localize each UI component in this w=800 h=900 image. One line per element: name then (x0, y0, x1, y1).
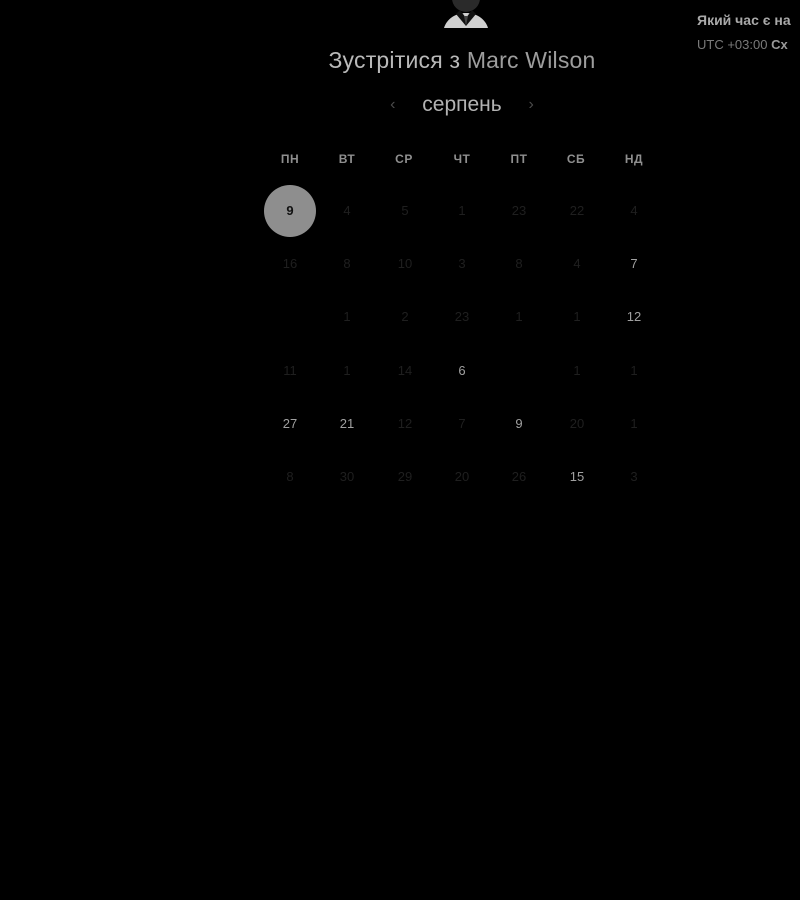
timezone-question: Який час є на (697, 12, 791, 28)
timezone-panel: Який час є на UTC +03:00 Сх (697, 12, 791, 52)
calendar-day: 8 (286, 469, 294, 484)
calendar-day[interactable]: 6 (436, 345, 488, 397)
weekday-tue: ВТ (338, 152, 356, 166)
calendar-day: 4 (343, 203, 351, 218)
calendar-day: 20 (569, 416, 585, 431)
calendar-day (493, 345, 545, 397)
calendar-day: 1 (343, 309, 351, 324)
calendar-day: 23 (511, 203, 527, 218)
calendar-day: 1 (515, 309, 523, 324)
weekday-thu: ЧТ (453, 152, 471, 166)
calendar-day: 23 (454, 309, 470, 324)
calendar-day: 5 (401, 203, 409, 218)
month-navigation: ‹ серпень › (0, 93, 800, 117)
calendar-day: 2 (401, 309, 409, 324)
month-label: серпень (422, 93, 502, 116)
page-title: Зустрітися з Marc Wilson (0, 47, 800, 74)
timezone-region: Сх (771, 37, 788, 52)
timezone-offset: UTC +03:00 (697, 37, 768, 52)
timezone-selector[interactable]: UTC +03:00 Сх (697, 37, 791, 52)
calendar-day: 12 (397, 416, 413, 431)
calendar-day[interactable]: 21 (321, 398, 373, 450)
calendar-day: 1 (458, 203, 466, 218)
calendar-day[interactable]: 27 (264, 398, 316, 450)
calendar-day: 1 (630, 363, 638, 378)
chevron-right-icon[interactable]: › (520, 94, 542, 116)
calendar-day: 22 (569, 203, 585, 218)
calendar-day: 29 (397, 469, 413, 484)
calendar-day: 11 (283, 363, 297, 378)
chevron-left-icon[interactable]: ‹ (382, 94, 404, 116)
calendar-day-selected[interactable]: 9 (264, 185, 316, 237)
weekday-wed: СР (395, 152, 413, 166)
weekday-sat: СБ (566, 152, 586, 166)
calendar-day: 30 (339, 469, 355, 484)
person-avatar-icon (440, 0, 492, 28)
calendar-day: 10 (397, 256, 413, 271)
calendar-day[interactable]: 9 (493, 398, 545, 450)
weekday-sun: НД (624, 152, 644, 166)
calendar-day[interactable]: 15 (551, 451, 603, 503)
title-prefix: Зустрітися з (328, 47, 461, 73)
calendar-day: 1 (573, 309, 581, 324)
calendar-day[interactable]: 12 (608, 291, 660, 343)
calendar-grid: 9 4 5 1 23 22 4 16 8 10 3 8 4 7 1 2 23 1 1 12 11 1 14 6 1 1 27 21 12… (262, 185, 662, 505)
calendar-day: 26 (511, 469, 527, 484)
weekday-mon: ПН (280, 152, 300, 166)
calendar-day: 8 (515, 256, 523, 271)
calendar-day: 14 (397, 363, 413, 378)
calendar-day: 3 (458, 256, 466, 271)
calendar-day: 4 (573, 256, 581, 271)
calendar-day[interactable]: 7 (608, 238, 660, 290)
calendar-day: 8 (343, 256, 351, 271)
calendar-day: 7 (458, 416, 466, 431)
calendar-day (264, 291, 316, 343)
calendar-day: 1 (630, 416, 638, 431)
calendar-day: 1 (573, 363, 581, 378)
host-name: Marc Wilson (466, 47, 596, 73)
weekday-fri: ПТ (510, 152, 528, 166)
calendar-day: 1 (343, 363, 351, 378)
calendar-day: 4 (630, 203, 638, 218)
calendar-day: 16 (282, 256, 298, 271)
calendar-day: 3 (630, 469, 638, 484)
booking-page: Зустрітися з Marc Wilson ‹ серпень › Яки… (0, 0, 800, 900)
calendar-day: 20 (454, 469, 470, 484)
